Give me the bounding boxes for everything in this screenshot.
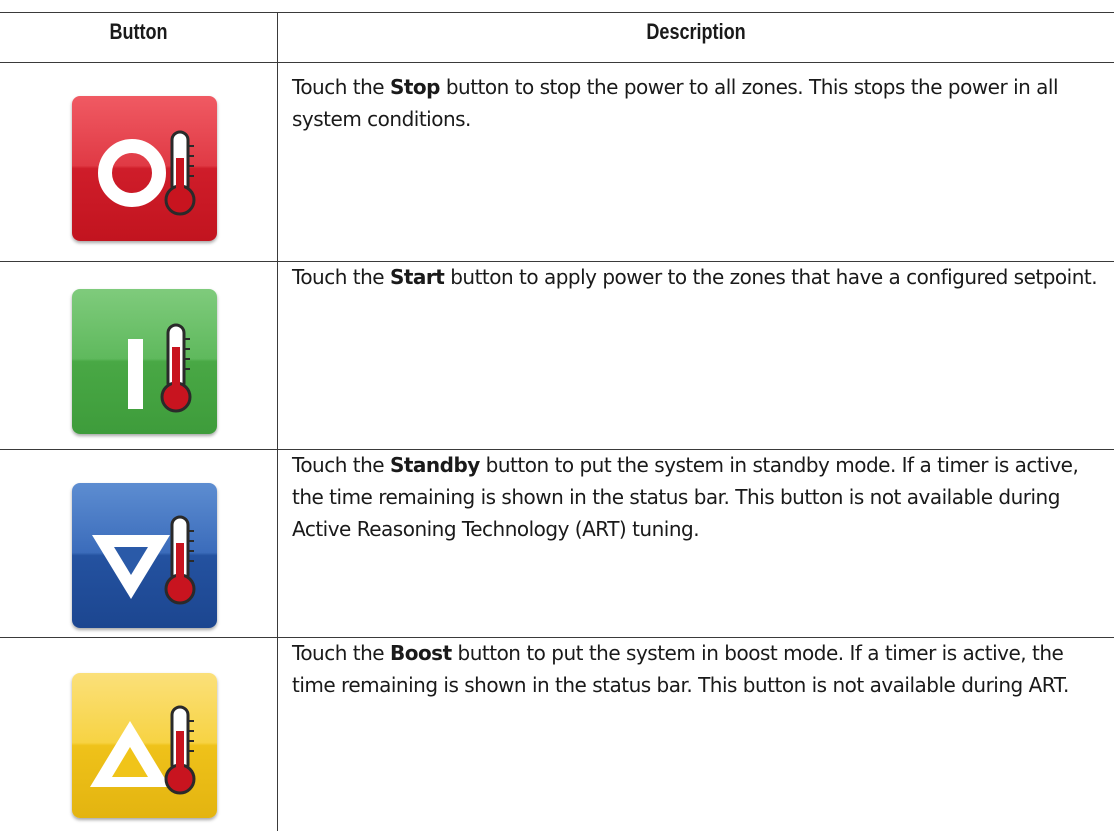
standby-icon[interactable] xyxy=(72,483,217,628)
start-icon[interactable] xyxy=(72,289,217,434)
description-stop: Touch the Stop button to stop the power … xyxy=(292,75,1059,131)
label-stop: Stop xyxy=(389,75,441,99)
table-row-start: Touch the Start button to apply power to… xyxy=(0,262,1114,449)
table-row-standby: Touch the Standby button to put the syst… xyxy=(0,450,1114,637)
label-boost: Boost xyxy=(389,641,452,665)
table-row-stop: Touch the Stop button to stop the power … xyxy=(0,63,1114,261)
description-start: Touch the Start button to apply power to… xyxy=(292,265,1098,289)
header-button: Button xyxy=(109,19,168,44)
description-standby: Touch the Standby button to put the syst… xyxy=(292,453,1079,541)
description-boost: Touch the Boost button to put the system… xyxy=(292,641,1069,697)
button-table: Button Description Touch the Stop button… xyxy=(0,0,1114,831)
boost-icon[interactable] xyxy=(72,673,217,818)
label-standby: Standby xyxy=(389,453,480,477)
table-row-boost: Touch the Boost button to put the system… xyxy=(0,638,1114,831)
header-description: Description xyxy=(646,19,746,44)
label-start: Start xyxy=(389,265,445,289)
stop-icon[interactable] xyxy=(72,96,217,241)
